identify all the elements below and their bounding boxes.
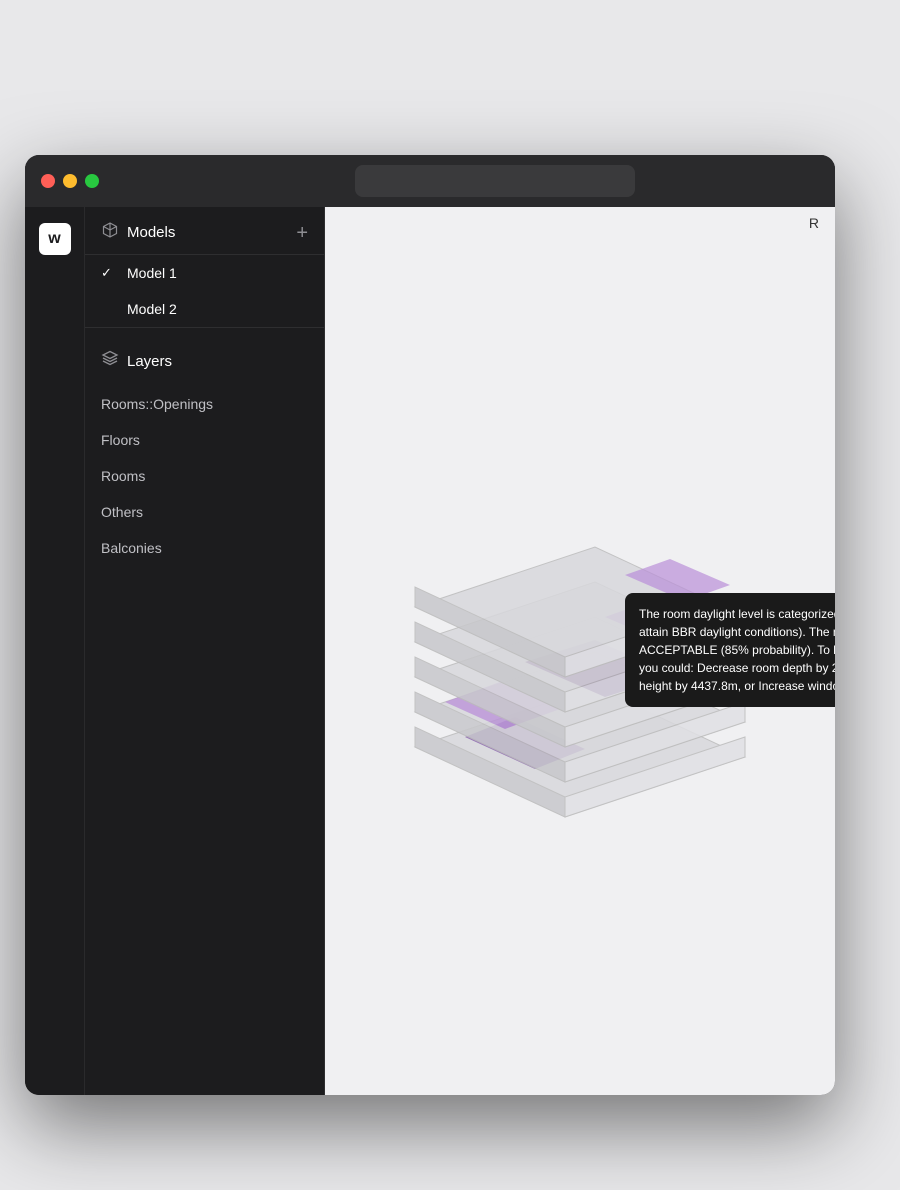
model-item-1[interactable]: ✓ Model 1 (85, 255, 324, 291)
top-right-label: R (793, 207, 835, 239)
traffic-lights (41, 174, 99, 188)
models-section-header: Models + (85, 207, 324, 254)
close-button[interactable] (41, 174, 55, 188)
layers-icon (101, 350, 119, 372)
building-visualization: The room daylight level is categorized..… (375, 357, 835, 837)
app-logo: w (39, 223, 71, 255)
layer-item-rooms-openings[interactable]: Rooms::Openings (85, 386, 324, 422)
layers-section-header: Layers (85, 336, 324, 382)
layer-others-label: Others (101, 504, 143, 520)
models-icon (101, 221, 119, 244)
layer-rooms-openings-label: Rooms::Openings (101, 396, 213, 412)
layer-items-list: Rooms::Openings Floors Rooms Others Balc… (85, 382, 324, 570)
layer-item-balconies[interactable]: Balconies (85, 530, 324, 566)
minimize-button[interactable] (63, 174, 77, 188)
icon-sidebar: w (25, 207, 85, 1095)
models-title-label: Models (127, 224, 175, 241)
search-bar[interactable] (355, 165, 635, 197)
layer-balconies-label: Balconies (101, 540, 162, 556)
layer-floors-label: Floors (101, 432, 140, 448)
layer-item-floors[interactable]: Floors (85, 422, 324, 458)
layer-item-others[interactable]: Others (85, 494, 324, 530)
tooltip-text: The room daylight level is categorized..… (639, 607, 835, 693)
layer-item-rooms[interactable]: Rooms (85, 458, 324, 494)
model-item-2[interactable]: Model 2 (85, 291, 324, 327)
application-window: w Models + (25, 155, 835, 1095)
layers-divider (85, 327, 324, 328)
daylight-tooltip: The room daylight level is categorized..… (625, 593, 835, 707)
layer-rooms-label: Rooms (101, 468, 145, 484)
model-1-label: Model 1 (127, 265, 177, 281)
panel-sidebar: Models + ✓ Model 1 Model 2 (85, 207, 325, 1095)
layers-section: Layers Rooms::Openings Floors Rooms Othe… (85, 336, 324, 570)
check-icon: ✓ (101, 265, 117, 281)
main-layout: w Models + (25, 207, 835, 1095)
title-bar (25, 155, 835, 207)
maximize-button[interactable] (85, 174, 99, 188)
model-2-label: Model 2 (127, 301, 177, 317)
models-section-title: Models (101, 221, 175, 244)
main-3d-viewer[interactable]: R (325, 207, 835, 1095)
models-add-button[interactable]: + (296, 223, 308, 243)
layers-title-label: Layers (127, 353, 172, 370)
